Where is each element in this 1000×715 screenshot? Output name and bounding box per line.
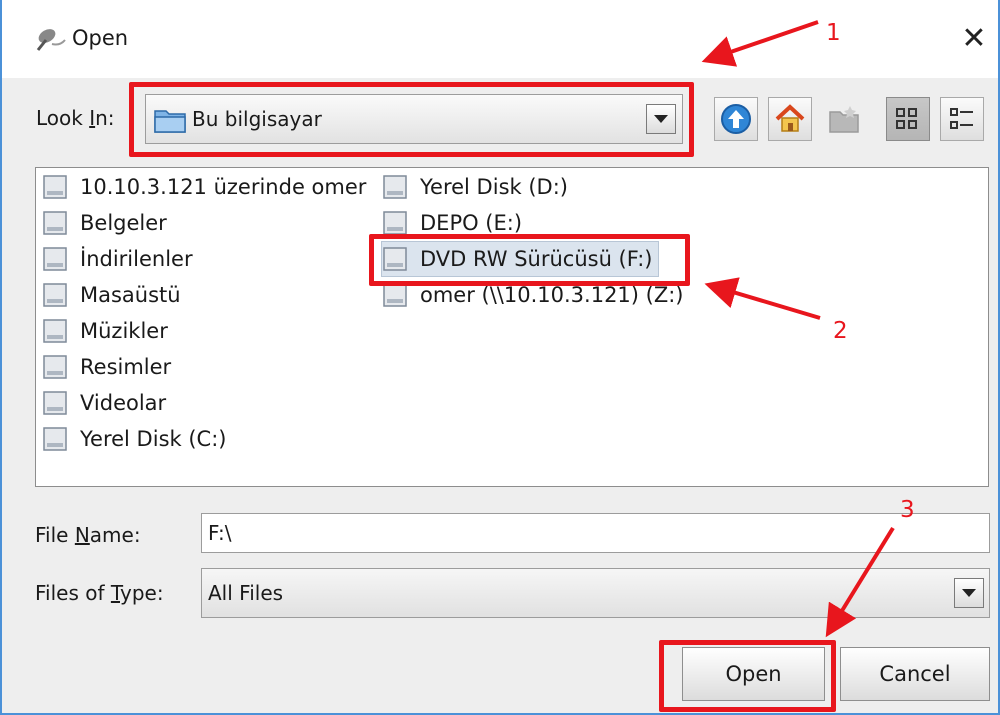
annotation-number-2: 2	[833, 318, 848, 344]
file-item-label: Videolar	[80, 391, 167, 415]
file-item[interactable]: DEPO (E:)	[382, 206, 522, 240]
window-title: Open	[72, 26, 129, 50]
drive-icon	[383, 175, 407, 199]
close-button[interactable]: ✕	[952, 16, 996, 60]
file-item-label: Belgeler	[80, 211, 167, 235]
drive-icon	[383, 211, 407, 235]
close-icon: ✕	[961, 20, 987, 56]
home-button[interactable]	[768, 97, 812, 141]
drive-icon	[43, 427, 67, 451]
list-view-button[interactable]	[886, 97, 930, 141]
annotation-number-3: 3	[900, 497, 915, 523]
file-item[interactable]: Masaüstü	[42, 278, 181, 312]
files-of-type-label: Files of Type:	[35, 581, 164, 605]
drive-icon	[43, 211, 67, 235]
details-view-button[interactable]	[940, 97, 984, 141]
file-item-label: omer (\\10.10.3.121) (Z:)	[420, 283, 684, 307]
drive-icon	[43, 355, 67, 379]
java-app-icon	[36, 29, 66, 51]
look-in-value: Bu bilgisayar	[192, 107, 322, 131]
files-of-type-combo[interactable]: All Files	[201, 568, 990, 618]
home-icon	[775, 104, 805, 132]
details-view-icon	[950, 108, 973, 129]
files-of-type-dropdown-arrow-icon[interactable]	[954, 578, 984, 608]
look-in-label: Look In:	[36, 106, 115, 130]
file-item[interactable]: Müzikler	[42, 314, 168, 348]
file-item[interactable]: Yerel Disk (C:)	[42, 422, 226, 456]
folder-icon	[154, 110, 186, 133]
file-item[interactable]: 10.10.3.121 üzerinde omer	[42, 170, 366, 204]
file-name-input[interactable]: F:\	[201, 513, 990, 553]
file-item-label: DEPO (E:)	[420, 211, 523, 235]
files-of-type-value: All Files	[208, 581, 284, 605]
file-item-selected[interactable]: DVD RW Sürücüsü (F:)	[380, 241, 660, 277]
file-item-label: Yerel Disk (C:)	[80, 427, 227, 451]
file-item[interactable]: Videolar	[42, 386, 166, 420]
look-in-combo[interactable]: Bu bilgisayar	[145, 94, 683, 144]
file-name-value: F:\	[208, 521, 232, 545]
annotation-number-1: 1	[826, 20, 841, 46]
cancel-button[interactable]: Cancel	[840, 647, 990, 701]
drive-icon	[43, 391, 67, 415]
file-item[interactable]: Belgeler	[42, 206, 167, 240]
drive-icon	[43, 319, 67, 343]
file-item-label: DVD RW Sürücüsü (F:)	[420, 247, 653, 271]
file-item-label: 10.10.3.121 üzerinde omer	[80, 175, 367, 199]
drive-icon	[43, 283, 67, 307]
file-name-label: File Name:	[35, 523, 141, 547]
open-dialog: Open ✕ Look In: Bu bilgisayar 10.10.3.12…	[0, 0, 1000, 715]
file-item-label: Resimler	[80, 355, 172, 379]
drive-icon	[43, 175, 67, 199]
file-item[interactable]: Resimler	[42, 350, 171, 384]
open-button[interactable]: Open	[682, 647, 825, 701]
up-one-level-button[interactable]	[714, 97, 758, 141]
file-item[interactable]: omer (\\10.10.3.121) (Z:)	[382, 278, 684, 312]
file-item-label: Müzikler	[80, 319, 168, 343]
drive-icon	[43, 247, 67, 271]
list-view-icon	[896, 108, 917, 129]
create-new-folder-icon	[829, 106, 859, 133]
create-new-folder-button[interactable]	[822, 97, 866, 141]
file-item-label: Yerel Disk (D:)	[420, 175, 568, 199]
look-in-dropdown-arrow-icon[interactable]	[646, 104, 676, 134]
up-one-level-icon	[721, 104, 751, 134]
file-item[interactable]: Yerel Disk (D:)	[382, 170, 568, 204]
title-bar: Open ✕	[2, 0, 998, 78]
dvd-drive-icon	[383, 247, 407, 271]
file-item-label: İndirilenler	[80, 247, 193, 271]
file-item-label: Masaüstü	[80, 283, 181, 307]
file-item[interactable]: İndirilenler	[42, 242, 193, 276]
network-drive-icon	[383, 283, 407, 307]
